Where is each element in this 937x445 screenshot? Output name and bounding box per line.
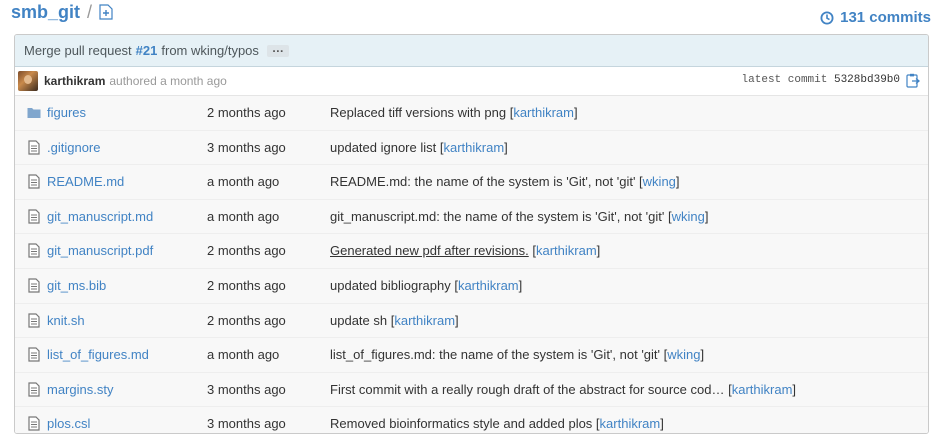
commit-user-link[interactable]: karthikram — [600, 416, 661, 431]
file-name-link[interactable]: margins.sty — [47, 382, 113, 397]
file-age: 3 months ago — [207, 381, 286, 397]
file-row: git_manuscript.pdf 2 months ago Generated … — [15, 233, 928, 268]
commit-message-link[interactable]: README.md: the name of the system is 'Gi… — [330, 174, 635, 189]
file-row: git_manuscript.md a month ago git_manuscri… — [15, 198, 928, 234]
file-commit-message: README.md: the name of the system is 'Gi… — [330, 174, 680, 190]
file-icon — [28, 416, 40, 431]
commit-authored-time: authored a month ago — [109, 74, 227, 88]
file-icon — [28, 347, 40, 362]
file-icon — [28, 243, 40, 258]
file-commit-message: list_of_figures.md: the name of the syst… — [330, 347, 705, 363]
file-name-link[interactable]: .gitignore — [47, 140, 100, 155]
commit-user-link[interactable]: karthikram — [443, 140, 504, 155]
commit-message-prefix: Merge pull request — [24, 43, 132, 58]
file-name-link[interactable]: git_ms.bib — [47, 278, 106, 293]
file-commit-message: Replaced tiff versions with png [karthik… — [330, 105, 578, 120]
file-icon — [28, 312, 40, 328]
file-age: 3 months ago — [207, 416, 286, 432]
avatar[interactable] — [18, 71, 38, 91]
commit-message-link[interactable]: updated ignore list — [330, 140, 436, 155]
commit-message-link[interactable]: Removed bioinformatics style and added p… — [330, 416, 592, 431]
commit-message-link[interactable]: updated bibliography — [330, 278, 451, 293]
file-commit-message: updated bibliography [karthikram] — [330, 277, 523, 293]
repo-header: smb_git / 131 commits — [11, 0, 931, 30]
file-age: 2 months ago — [207, 105, 286, 120]
file-commit-message: updated ignore list [karthikram] — [330, 139, 508, 155]
expand-message-button[interactable]: … — [266, 42, 289, 57]
file-row: list_of_figures.md a month ago list_of_fig… — [15, 337, 928, 372]
file-icon — [28, 139, 40, 155]
latest-commit-label: latest commit — [741, 74, 828, 86]
file-age: a month ago — [207, 174, 280, 190]
file-age: 2 months ago — [207, 277, 286, 293]
commits-count-link[interactable]: 131 commits — [820, 9, 931, 26]
file-row: plos.csl 3 months ago Removed bioinformati… — [15, 406, 928, 433]
commit-user-link[interactable]: wking — [643, 174, 676, 189]
commit-user-link[interactable]: karthikram — [394, 313, 455, 328]
commit-user-link[interactable]: karthikram — [732, 382, 793, 397]
pull-request-link[interactable]: #21 — [136, 43, 158, 58]
file-row: README.md a month ago README.md: the name … — [15, 164, 928, 199]
file-age: 2 months ago — [207, 243, 286, 259]
file-name-link[interactable]: README.md — [47, 174, 124, 189]
file-commit-message: git_manuscript.md: the name of the syste… — [330, 208, 709, 224]
file-name-link[interactable]: plos.csl — [47, 416, 90, 431]
file-row: figures 2 months ago Replaced tiff version… — [15, 96, 928, 130]
path-separator: / — [87, 2, 93, 22]
commit-message-link[interactable]: git_manuscript.md: the name of the syste… — [330, 209, 664, 224]
commit-user-link[interactable]: karthikram — [536, 243, 597, 258]
commit-message-link[interactable]: First commit with a really rough draft o… — [330, 382, 724, 397]
repo-name-link[interactable]: smb_git — [11, 2, 80, 23]
file-icon — [28, 209, 40, 224]
file-name-link[interactable]: knit.sh — [47, 313, 85, 328]
commit-author-link[interactable]: karthikram — [44, 74, 105, 88]
file-browser: Merge pull request #21 from wking/typos … — [14, 34, 929, 434]
file-age: a month ago — [207, 347, 280, 363]
file-icon — [28, 174, 40, 189]
commit-message-link[interactable]: list_of_figures.md: the name of the syst… — [330, 347, 660, 362]
new-file-icon[interactable] — [99, 4, 113, 20]
file-row: git_ms.bib 2 months ago updated bibliograp… — [15, 267, 928, 303]
commit-message-link[interactable]: Generated new pdf after revisions. — [330, 243, 529, 258]
commit-user-link[interactable]: wking — [672, 209, 705, 224]
commit-user-link[interactable]: karthikram — [458, 278, 519, 293]
file-icon — [28, 278, 40, 293]
commits-count-label: 131 commits — [840, 9, 931, 26]
file-icon — [28, 382, 40, 397]
file-age: 2 months ago — [207, 312, 286, 328]
commit-user-link[interactable]: wking — [667, 347, 700, 362]
file-name-link[interactable]: git_manuscript.pdf — [47, 243, 153, 258]
clipboard-icon[interactable] — [906, 73, 920, 88]
file-name-link[interactable]: figures — [47, 105, 86, 120]
file-commit-message: Removed bioinformatics style and added p… — [330, 416, 664, 432]
history-icon — [820, 11, 834, 24]
file-commit-message: update sh [karthikram] — [330, 312, 459, 328]
commit-message-suffix: from wking/typos — [161, 43, 259, 58]
file-age: 3 months ago — [207, 139, 286, 155]
file-name-link[interactable]: list_of_figures.md — [47, 347, 149, 362]
folder-icon — [27, 108, 41, 118]
file-age: a month ago — [207, 208, 280, 224]
commit-user-link[interactable]: karthikram — [513, 105, 574, 120]
file-row: margins.sty 3 months ago First commit with… — [15, 371, 928, 407]
file-name-link[interactable]: git_manuscript.md — [47, 209, 153, 224]
commit-message-link[interactable]: Replaced tiff versions with png — [330, 105, 506, 120]
file-commit-message: Generated new pdf after revisions. [kart… — [330, 243, 601, 259]
file-row: .gitignore 3 months ago updated ignore lis… — [15, 129, 928, 165]
file-row: knit.sh 2 months ago update sh [karthikram… — [15, 302, 928, 338]
latest-commit-title: Merge pull request #21 from wking/typos … — [15, 35, 928, 67]
latest-commit-meta: karthikram authored a month ago latest c… — [15, 67, 928, 96]
commit-sha-link[interactable]: 5328bd39b0 — [834, 74, 900, 86]
commit-message-link[interactable]: update sh — [330, 313, 387, 328]
file-list: figures 2 months ago Replaced tiff version… — [15, 96, 928, 433]
latest-commit-sha: latest commit 5328bd39b0 — [742, 74, 900, 86]
file-commit-message: First commit with a really rough draft o… — [330, 381, 797, 397]
